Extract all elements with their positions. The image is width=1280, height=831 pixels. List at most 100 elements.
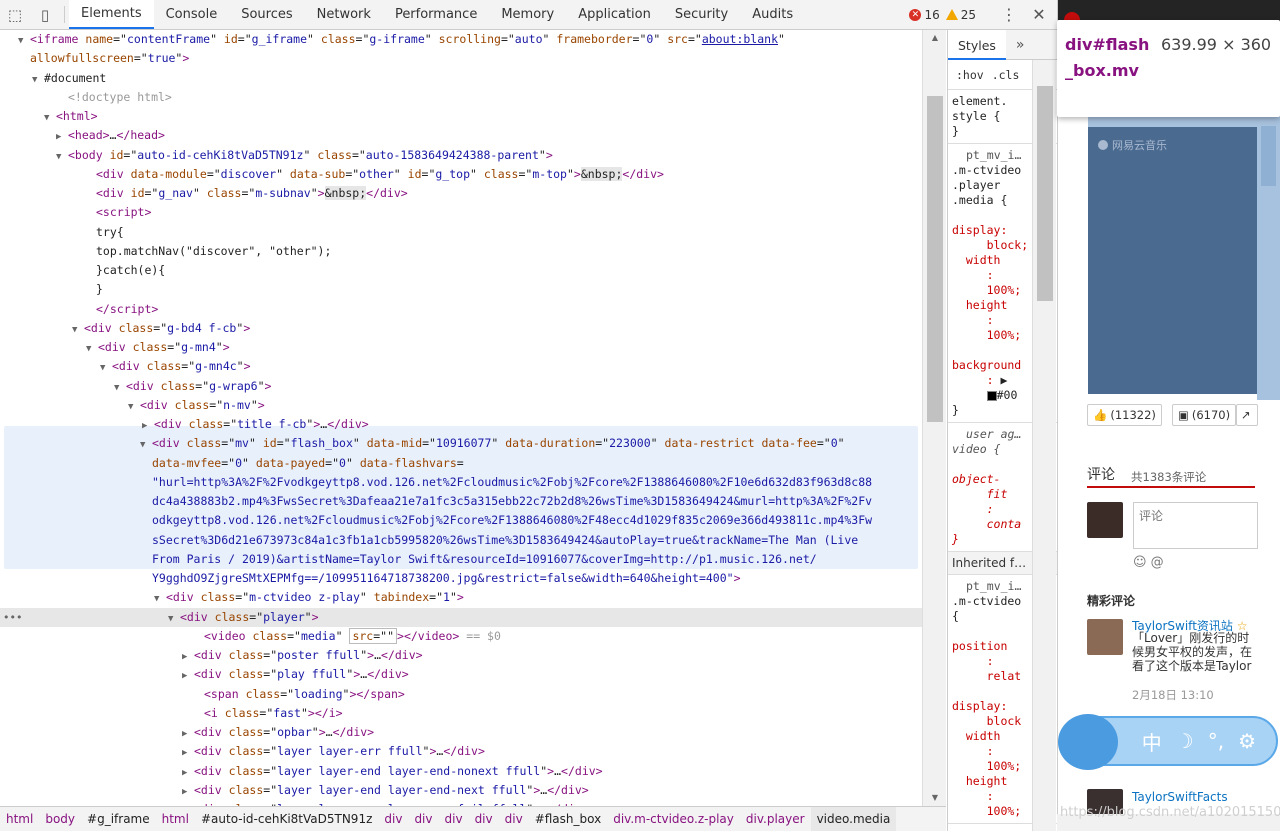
dom-node-line[interactable]: ▶ <div class="title f-cb">…</div> bbox=[142, 415, 369, 434]
dom-node-line[interactable]: Y9gghdO9ZjgreSMtXEPMfg==/109951164718738… bbox=[152, 569, 741, 588]
dom-node-line[interactable]: ▶ <div class="poster ffull">…</div> bbox=[182, 646, 423, 665]
expand-toggle-icon[interactable]: ▶ bbox=[182, 725, 194, 744]
breadcrumb-item[interactable]: html bbox=[156, 812, 195, 826]
expand-toggle-icon[interactable]: ▼ bbox=[32, 71, 44, 90]
more-options-icon[interactable]: ⋮ bbox=[997, 5, 1021, 24]
scroll-down-icon[interactable]: ▼ bbox=[923, 790, 947, 806]
share-button[interactable]: ↗ bbox=[1236, 404, 1258, 426]
breadcrumb-item[interactable]: div bbox=[439, 812, 469, 826]
dom-node-line[interactable]: <video class="media" src="" ></video> == … bbox=[204, 627, 501, 646]
expand-toggle-icon[interactable]: ▼ bbox=[154, 590, 166, 609]
expand-toggle-icon[interactable]: ▶ bbox=[182, 667, 194, 686]
breadcrumb-item[interactable]: div.player bbox=[740, 812, 811, 826]
class-toggle[interactable]: .cls bbox=[992, 68, 1020, 82]
tab-elements[interactable]: Elements bbox=[69, 0, 154, 29]
expand-toggle-icon[interactable]: ▶ bbox=[182, 744, 194, 763]
device-toolbar-icon[interactable]: ▯ bbox=[30, 0, 60, 30]
dom-node-line[interactable]: } bbox=[96, 280, 103, 299]
dom-node-line[interactable]: ▼ <body id="auto-id-cehKi8tVaD5TN91z" cla… bbox=[56, 146, 553, 165]
dom-node-line[interactable]: <div data-module="discover" data-sub="ot… bbox=[96, 165, 664, 184]
dom-node-line[interactable]: ▼ <div class="player"> bbox=[168, 608, 319, 627]
expand-toggle-icon[interactable]: ▶ bbox=[182, 764, 194, 783]
dom-node-line[interactable]: ▶ <head>…</head> bbox=[56, 126, 165, 145]
dom-node-line[interactable]: ▼ <div class="g-wrap6"> bbox=[114, 377, 271, 396]
expand-toggle-icon[interactable]: ▼ bbox=[140, 436, 152, 455]
tab-memory[interactable]: Memory bbox=[489, 0, 566, 29]
dom-node-line[interactable]: ▼ <html> bbox=[44, 107, 98, 126]
dom-node-line[interactable]: top.matchNav("discover", "other"); bbox=[96, 242, 331, 261]
expand-toggle-icon[interactable]: ▼ bbox=[128, 398, 140, 417]
breadcrumb-item[interactable]: div bbox=[408, 812, 438, 826]
expand-toggle-icon[interactable]: ▼ bbox=[44, 109, 56, 128]
tab-performance[interactable]: Performance bbox=[383, 0, 489, 29]
dom-node-line[interactable]: data-mvfee="0" data-payed="0" data-flash… bbox=[152, 454, 464, 473]
expand-toggle-icon[interactable]: ▼ bbox=[18, 32, 30, 51]
dom-node-line[interactable]: ▶ <div class="layer layer-end layer-end-n… bbox=[182, 762, 603, 781]
elements-scrollbar[interactable]: ▲ ▼ bbox=[922, 30, 946, 806]
chinese-mode-icon[interactable]: 中 bbox=[1142, 727, 1162, 756]
warning-counter[interactable]: 25 bbox=[945, 8, 976, 22]
collect-button[interactable]: ▣ (6170) bbox=[1172, 404, 1237, 426]
dom-node-line[interactable]: ▼ <div class="n-mv"> bbox=[128, 396, 265, 415]
dom-node-line[interactable]: <div id="g_nav" class="m-subnav">&nbsp;<… bbox=[96, 184, 408, 203]
dom-node-line[interactable]: <script> bbox=[96, 203, 151, 222]
comment-input[interactable]: 评论 bbox=[1133, 502, 1258, 549]
expand-toggle-icon[interactable]: ▶ bbox=[182, 783, 194, 802]
node-actions-ellipsis[interactable]: ••• bbox=[3, 608, 22, 627]
styles-scrollbar[interactable] bbox=[1032, 60, 1056, 831]
preview-scrollbar[interactable] bbox=[1257, 120, 1280, 400]
expand-toggle-icon[interactable]: ▼ bbox=[168, 610, 180, 629]
moon-icon[interactable]: ☽ bbox=[1176, 729, 1194, 753]
scroll-up-icon[interactable]: ▲ bbox=[923, 30, 947, 46]
dom-node-line[interactable]: ▼ <div class="g-bd4 f-cb"> bbox=[72, 319, 250, 338]
avatar[interactable] bbox=[1087, 502, 1123, 538]
breadcrumb-item[interactable]: body bbox=[39, 812, 81, 826]
dom-node-line[interactable]: odkgeyttp8.vod.126.net%2Fcloudmusic%2Fob… bbox=[152, 511, 872, 530]
tab-network[interactable]: Network bbox=[305, 0, 383, 29]
scroll-thumb[interactable] bbox=[1261, 126, 1276, 186]
breadcrumb-item[interactable]: video.media bbox=[810, 807, 897, 831]
scroll-thumb[interactable] bbox=[927, 96, 943, 422]
dom-node-line[interactable]: From Paris / 2019)&artistName=Taylor Swi… bbox=[152, 550, 817, 569]
input-method-floatbar[interactable]: 中 ☽ °, ⚙ bbox=[1058, 714, 1278, 770]
elements-tree[interactable]: ••• ▼ <iframe name="contentFrame" id="g_i… bbox=[0, 30, 922, 806]
like-button[interactable]: 👍 (11322) bbox=[1087, 404, 1162, 426]
dom-node-line[interactable]: <span class="loading"></span> bbox=[204, 685, 405, 704]
dom-node-line[interactable]: ▼ <iframe name="contentFrame" id="g_ifram… bbox=[18, 30, 785, 49]
expand-toggle-icon[interactable]: ▼ bbox=[114, 379, 126, 398]
tab-sources[interactable]: Sources bbox=[229, 0, 304, 29]
punctuation-icon[interactable]: °, bbox=[1208, 729, 1224, 753]
tab-audits[interactable]: Audits bbox=[740, 0, 805, 29]
dom-node-line[interactable]: try{ bbox=[96, 223, 124, 242]
dom-node-line[interactable]: </script> bbox=[96, 300, 158, 319]
dom-node-line[interactable]: "hurl=http%3A%2F%2Fvodkgeyttp8.vod.126.n… bbox=[152, 473, 872, 492]
avatar[interactable] bbox=[1087, 619, 1123, 655]
inspect-element-icon[interactable]: ⬚ bbox=[0, 0, 30, 30]
dom-node-line[interactable]: ▶ <div class="layer layer-end layer-end-n… bbox=[182, 781, 589, 800]
color-swatch[interactable] bbox=[986, 390, 997, 401]
tab-console[interactable]: Console bbox=[154, 0, 230, 29]
expand-toggle-icon[interactable]: ▶ bbox=[142, 417, 154, 436]
tab-styles[interactable]: Styles bbox=[948, 30, 1006, 60]
expand-icon[interactable]: ▶ bbox=[1000, 373, 1007, 387]
dom-node-line[interactable]: dc4a438883b2.mp4%3FwsSecret%3Dafeaa21e7a… bbox=[152, 492, 872, 511]
breadcrumb-item[interactable]: #g_iframe bbox=[81, 812, 156, 826]
rule-source[interactable]: pt_mv_i… bbox=[952, 148, 1021, 162]
expand-toggle-icon[interactable]: ▶ bbox=[56, 128, 68, 147]
dom-node-line[interactable]: ▼ <div class="g-mn4"> bbox=[86, 338, 230, 357]
settings-gear-icon[interactable]: ⚙ bbox=[1238, 729, 1256, 753]
expand-toggle-icon[interactable]: ▼ bbox=[86, 340, 98, 359]
dom-node-line[interactable]: allowfullscreen="true"> bbox=[30, 49, 189, 68]
more-tabs-icon[interactable]: » bbox=[1006, 37, 1025, 53]
dom-node-line[interactable]: ▶ <div class="play ffull">…</div> bbox=[182, 665, 409, 684]
rule-source[interactable]: pt_mv_i… bbox=[952, 579, 1021, 593]
dom-node-line[interactable]: ▼ #document bbox=[32, 69, 106, 88]
error-counter[interactable]: ✕ 16 bbox=[909, 8, 940, 22]
breadcrumb-item[interactable]: div bbox=[469, 812, 499, 826]
dom-node-line[interactable]: }catch(e){ bbox=[96, 261, 165, 280]
dom-node-line[interactable]: ▼ <div class="mv" id="flash_box" data-mid… bbox=[140, 434, 845, 453]
scroll-thumb[interactable] bbox=[1037, 86, 1053, 301]
expand-toggle-icon[interactable]: ▼ bbox=[56, 148, 68, 167]
dom-node-line[interactable]: ▼ <div class="m-ctvideo z-play" tabindex=… bbox=[154, 588, 464, 607]
breadcrumb-item[interactable]: html bbox=[0, 812, 39, 826]
